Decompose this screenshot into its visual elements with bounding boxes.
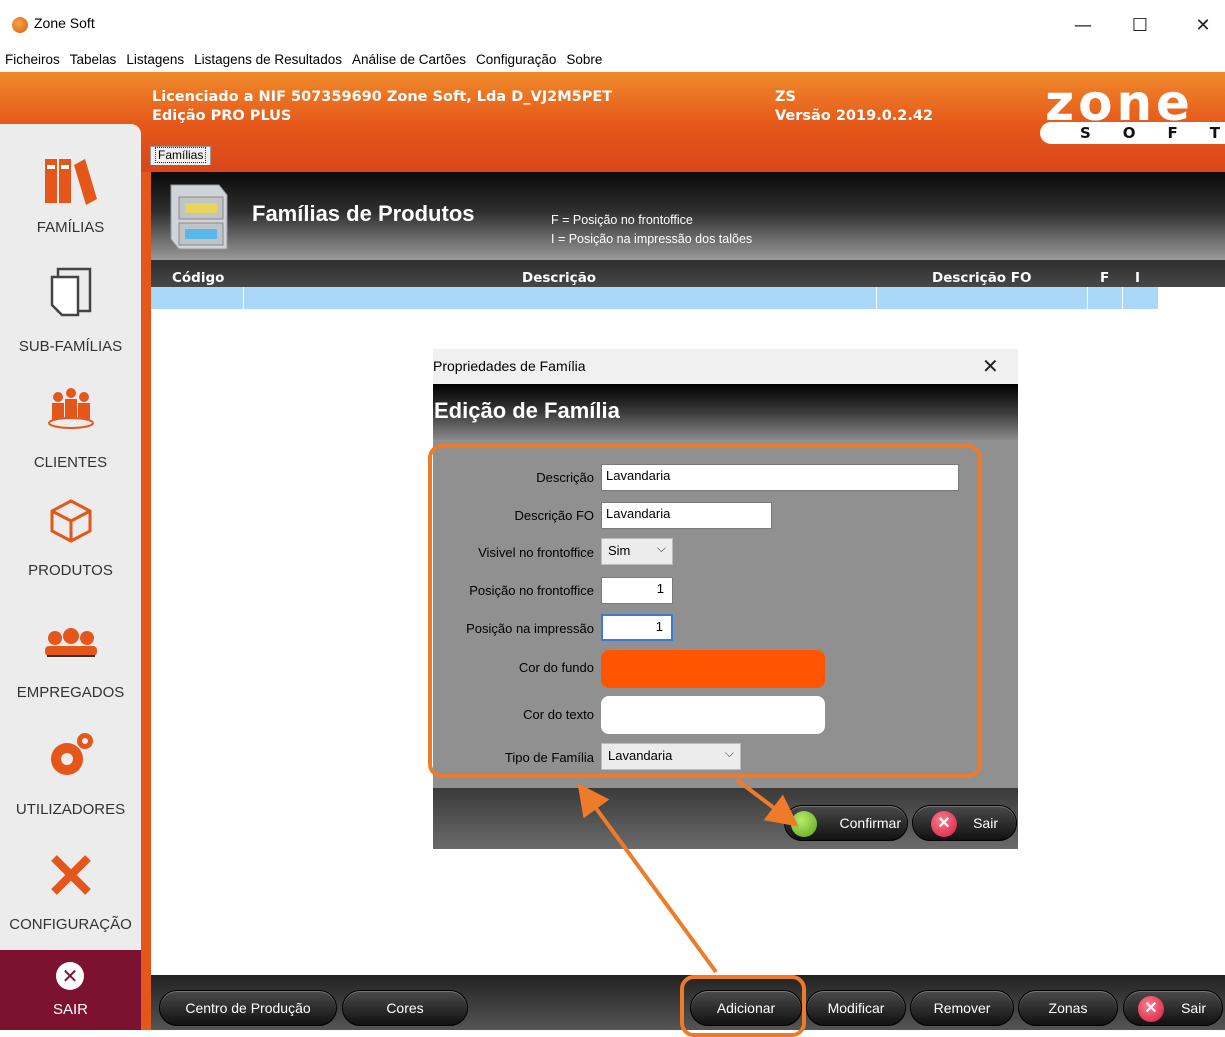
sidebar-item-produtos[interactable]: PRODUTOS xyxy=(0,562,141,579)
descricao-fo-field[interactable]: Lavandaria xyxy=(601,502,772,529)
adicionar-button[interactable]: Adicionar xyxy=(690,990,802,1026)
visivel-label: Visivel no frontoffice xyxy=(478,545,594,560)
menu-analise-cartoes[interactable]: Análise de Cartões xyxy=(347,50,471,72)
cell-divider xyxy=(876,287,877,309)
panel-note-f: F = Posição no frontoffice xyxy=(551,213,693,227)
soft-logo: SOFT xyxy=(1080,124,1220,142)
sidebar-item-sub-familias[interactable]: SUB-FAMÍLIAS xyxy=(0,338,141,355)
check-icon xyxy=(791,811,817,837)
cell-divider xyxy=(243,287,244,309)
edition-text: Edição PRO PLUS xyxy=(152,108,292,124)
version-text: Versão 2019.0.2.42 xyxy=(775,108,934,124)
binders-icon xyxy=(0,155,141,207)
menu-sobre[interactable]: Sobre xyxy=(561,50,607,72)
sidebar-item-familias[interactable]: FAMÍLIAS xyxy=(0,219,141,236)
cor-texto-swatch[interactable] xyxy=(601,696,825,734)
cor-fundo-label: Cor do fundo xyxy=(518,660,594,675)
descricao-field[interactable]: Lavandaria xyxy=(601,464,959,491)
sidebar-item-configuracao[interactable]: CONFIGURAÇÃO xyxy=(0,916,141,933)
sidebar-item-clientes[interactable]: CLIENTES xyxy=(0,454,141,471)
employees-icon xyxy=(0,628,141,658)
tipo-select[interactable]: Lavandaria ⌵ xyxy=(601,743,741,770)
tipo-value: Lavandaria xyxy=(608,748,673,763)
column-descricao-fo[interactable]: Descrição FO xyxy=(932,270,1031,286)
close-icon: ✕ xyxy=(1138,996,1164,1022)
cell-divider xyxy=(1087,287,1088,309)
product-code: ZS xyxy=(775,89,796,105)
cell-divider xyxy=(1122,287,1123,309)
confirm-label: Confirmar xyxy=(839,815,901,831)
column-descricao[interactable]: Descrição xyxy=(522,270,596,286)
panel-title: Famílias de Produtos xyxy=(252,201,475,226)
zonas-button[interactable]: Zonas xyxy=(1018,990,1118,1026)
pos-front-field[interactable]: 1 xyxy=(601,577,673,604)
menu-configuracao[interactable]: Configuração xyxy=(471,50,561,72)
gears-icon xyxy=(0,727,141,783)
menu-ficheiros[interactable]: Ficheiros xyxy=(0,50,65,72)
sidebar-item-utilizadores[interactable]: UTILIZADORES xyxy=(0,801,141,818)
cores-button[interactable]: Cores xyxy=(342,990,468,1026)
column-i[interactable]: I xyxy=(1135,270,1140,286)
table-header xyxy=(151,260,1225,287)
sidebar-exit-label: SAIR xyxy=(52,1001,88,1018)
tipo-label: Tipo de Família xyxy=(504,750,594,765)
menu-listagens[interactable]: Listagens xyxy=(121,50,189,72)
sair-button[interactable]: ✕ Sair xyxy=(1123,990,1223,1026)
cor-fundo-swatch[interactable] xyxy=(601,650,825,688)
close-window-button[interactable]: ✕ xyxy=(1180,8,1225,42)
close-icon: ✕ xyxy=(931,811,957,837)
sidebar-item-empregados[interactable]: EMPREGADOS xyxy=(0,684,141,701)
zone-logo: zone xyxy=(1045,74,1194,132)
menu-tabelas[interactable]: Tabelas xyxy=(65,50,122,72)
orange-strip xyxy=(141,172,151,1030)
tab-familias[interactable]: Famílias xyxy=(150,146,212,165)
menu-bar: Ficheiros Tabelas Listagens Listagens de… xyxy=(0,50,1225,72)
window-title: Zone Soft xyxy=(34,15,95,31)
confirm-button[interactable]: Confirmar xyxy=(784,805,908,841)
pos-imp-label: Posição na impressão xyxy=(466,621,594,636)
pos-front-label: Posição no frontoffice xyxy=(469,583,594,598)
descricao-label: Descrição xyxy=(536,470,594,485)
remover-button[interactable]: Remover xyxy=(910,990,1014,1026)
cor-texto-label: Cor do texto xyxy=(523,707,594,722)
dialog-heading: Edição de Família xyxy=(434,398,620,423)
column-codigo[interactable]: Código xyxy=(172,270,224,286)
centro-producao-button[interactable]: Centro de Produção xyxy=(159,990,337,1026)
chevron-down-icon: ⌵ xyxy=(724,746,734,760)
visivel-select[interactable]: Sim ⌵ xyxy=(601,538,673,565)
dialog-exit-button[interactable]: ✕ Sair xyxy=(912,805,1017,841)
app-logo-icon xyxy=(12,17,28,33)
panel-note-i: I = Posição na impressão dos talões xyxy=(551,232,753,246)
dialog-close-icon[interactable]: ✕ xyxy=(982,354,999,378)
people-icon xyxy=(0,385,141,431)
descricao-fo-label: Descrição FO xyxy=(514,508,594,523)
dialog-title: Propriedades de Família xyxy=(433,358,586,374)
close-circle-icon: ✕ xyxy=(56,962,84,990)
chevron-down-icon: ⌵ xyxy=(656,541,666,555)
minimize-button[interactable]: — xyxy=(1060,8,1106,42)
table-row[interactable] xyxy=(151,287,1158,309)
menu-listagens-resultados[interactable]: Listagens de Resultados xyxy=(189,50,347,72)
box-icon xyxy=(0,495,141,545)
dialog-exit-label: Sair xyxy=(973,815,998,831)
visivel-value: Sim xyxy=(608,543,631,558)
title-bar xyxy=(0,0,1225,50)
sair-label: Sair xyxy=(1181,1000,1206,1016)
maximize-button[interactable]: ☐ xyxy=(1117,8,1163,42)
dialog-body xyxy=(433,440,1018,788)
pos-imp-field[interactable]: 1 xyxy=(601,614,673,641)
modificar-button[interactable]: Modificar xyxy=(806,990,906,1026)
file-cabinet-icon xyxy=(163,181,233,257)
column-f[interactable]: F xyxy=(1100,270,1109,286)
license-text: Licenciado a NIF 507359690 Zone Soft, Ld… xyxy=(152,89,613,105)
documents-icon xyxy=(0,265,141,319)
tools-icon xyxy=(0,850,141,900)
